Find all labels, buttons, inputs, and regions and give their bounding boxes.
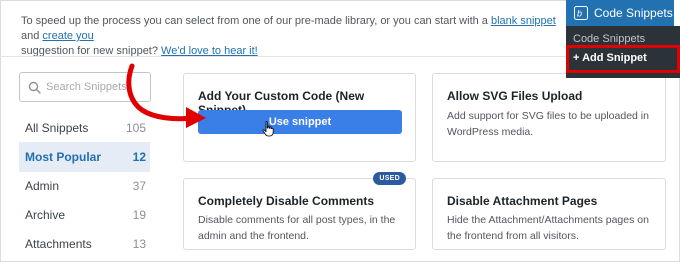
admin-menu-header[interactable]: b Code Snippets — [566, 0, 680, 26]
hand-cursor-icon — [262, 121, 274, 137]
card-description: Hide the Attachment/Attachments pages on… — [447, 214, 649, 242]
category-count: 19 — [132, 208, 146, 222]
snippet-card-svg-upload[interactable]: Allow SVG Files Upload Add support for S… — [432, 73, 666, 162]
card-title: Disable Attachment Pages — [447, 194, 598, 208]
submenu-code-snippets[interactable]: Code Snippets — [573, 33, 645, 45]
intro-line-1: To speed up the process you can select f… — [21, 15, 491, 27]
svg-text:b: b — [577, 9, 582, 19]
category-label: Admin — [25, 179, 60, 193]
category-label: All Snippets — [25, 121, 89, 135]
menu-pin — [674, 0, 680, 26]
category-admin[interactable]: Admin 37 — [19, 171, 150, 201]
category-count: 37 — [132, 179, 146, 193]
card-description: Add support for SVG files to be uploaded… — [447, 110, 649, 138]
category-label: Archive — [25, 208, 66, 222]
annotation-arrow-icon — [126, 63, 206, 128]
card-title: Completely Disable Comments — [198, 194, 375, 208]
used-badge: USED — [373, 172, 406, 185]
use-snippet-button[interactable]: Use snippet — [198, 110, 402, 134]
intro-and: and — [21, 30, 43, 42]
search-icon — [28, 81, 41, 94]
category-label: Most Popular — [25, 150, 102, 164]
category-archive[interactable]: Archive 19 — [19, 200, 150, 230]
code-snippets-logo-icon: b — [574, 6, 588, 20]
create-your-own-link[interactable]: create you — [42, 30, 93, 42]
card-title: Allow SVG Files Upload — [447, 89, 583, 103]
snippet-card-disable-comments[interactable]: USED Completely Disable Comments Disable… — [183, 172, 416, 250]
snippet-card-disable-attachments[interactable]: Disable Attachment Pages Hide the Attach… — [432, 178, 666, 250]
category-label: Attachments — [25, 237, 92, 251]
submenu-add-snippet[interactable]: + Add Snippet — [573, 52, 647, 64]
admin-menu-title: Code Snippets — [594, 6, 673, 20]
intro-text: To speed up the process you can select f… — [21, 14, 566, 59]
blank-snippet-link[interactable]: blank snippet — [491, 15, 556, 27]
category-most-popular[interactable]: Most Popular 12 — [19, 142, 150, 172]
card-description: Disable comments for all post types, in … — [198, 214, 396, 242]
category-count: 13 — [132, 237, 146, 251]
category-count: 12 — [132, 150, 146, 164]
category-attachments[interactable]: Attachments 13 — [19, 229, 150, 259]
